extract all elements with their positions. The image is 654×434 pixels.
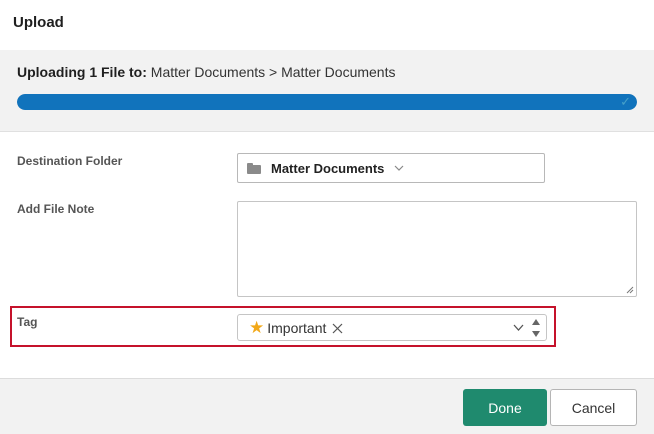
upload-status-panel: Uploading 1 File to: Matter Documents > … xyxy=(0,50,654,132)
star-icon: ★ xyxy=(249,318,265,337)
file-note-label: Add File Note xyxy=(17,202,95,216)
destination-folder-label: Destination Folder xyxy=(17,154,123,168)
upload-status-prefix: Uploading 1 File to: xyxy=(17,64,147,80)
upload-status-text: Uploading 1 File to: Matter Documents > … xyxy=(17,64,395,80)
dialog-title: Upload xyxy=(13,14,64,31)
tag-chip-label: Important xyxy=(267,320,327,336)
upload-progress-bar: ✓ xyxy=(17,94,637,110)
chevron-down-icon[interactable] xyxy=(394,163,404,173)
folder-icon xyxy=(247,162,261,174)
close-icon[interactable] xyxy=(332,323,343,334)
chevron-down-icon[interactable] xyxy=(513,323,524,332)
upload-dialog: Upload Uploading 1 File to: Matter Docum… xyxy=(0,0,654,434)
upload-destination-path: Matter Documents > Matter Documents xyxy=(150,64,396,80)
upload-progress-fill xyxy=(17,94,637,110)
resize-grip-icon[interactable] xyxy=(626,286,634,294)
checkmark-icon: ✓ xyxy=(620,94,631,109)
tag-chip-important: ★ Important xyxy=(249,318,343,338)
dialog-footer: Done Cancel xyxy=(0,378,654,434)
cancel-button[interactable]: Cancel xyxy=(550,389,637,426)
destination-folder-value: Matter Documents xyxy=(271,160,385,176)
file-note-textarea[interactable] xyxy=(237,201,637,297)
destination-folder-select[interactable]: Matter Documents xyxy=(237,153,545,183)
spinner-down-icon[interactable] xyxy=(532,331,540,337)
done-button[interactable]: Done xyxy=(463,389,547,426)
spinner-up-icon[interactable] xyxy=(532,319,540,325)
tag-select[interactable]: ★ Important xyxy=(237,314,547,341)
tag-label: Tag xyxy=(17,315,38,329)
